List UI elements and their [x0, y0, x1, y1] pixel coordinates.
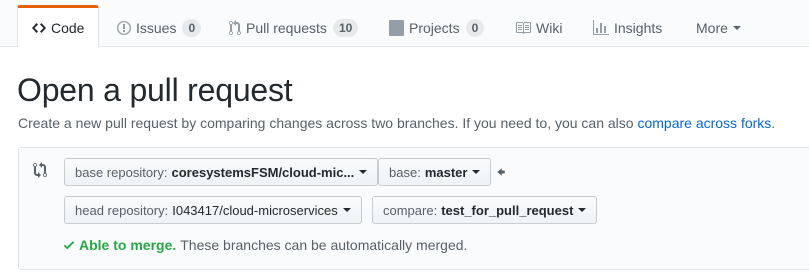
- git-compare-icon: [33, 162, 47, 183]
- chevron-down-icon: [578, 208, 587, 212]
- tab-label: Insights: [614, 20, 663, 36]
- tab-label: More: [696, 20, 728, 36]
- base-repository-label: base repository:: [75, 164, 168, 180]
- tab-label: Issues: [136, 20, 177, 36]
- code-icon: [32, 20, 46, 36]
- tab-label: Projects: [409, 20, 460, 36]
- check-icon: [63, 238, 75, 252]
- merge-status: Able to merge. These branches can be aut…: [63, 237, 467, 253]
- chevron-down-icon: [342, 208, 351, 212]
- tab-projects[interactable]: Projects 0: [389, 8, 485, 48]
- base-repository-value: coresystemsFSM/cloud-mic...: [171, 164, 355, 180]
- graph-icon: [593, 20, 609, 36]
- head-repository-value: I043417/cloud-microservices: [172, 202, 338, 218]
- compare-range-editor: base repository: coresystemsFSM/cloud-mi…: [18, 147, 809, 270]
- tab-pull-requests[interactable]: Pull requests 10: [229, 8, 359, 48]
- base-repository-select[interactable]: base repository: coresystemsFSM/cloud-mi…: [64, 158, 379, 186]
- repo-nav-tabs: Code Issues 0 Pull requests 10 Projects …: [0, 0, 809, 48]
- tab-insights[interactable]: Insights: [593, 8, 662, 48]
- arrow-left-icon: [495, 165, 507, 183]
- merge-status-label: Able to merge.: [79, 237, 177, 253]
- base-branch-value: master: [424, 164, 468, 180]
- tab-label: Code: [51, 19, 85, 36]
- head-repository-label: head repository:: [75, 202, 169, 218]
- subtitle-end: .: [771, 115, 776, 131]
- compare-across-forks-link[interactable]: compare across forks: [637, 115, 771, 131]
- base-branch-select[interactable]: base: master: [378, 158, 492, 186]
- project-icon: [389, 20, 404, 36]
- compare-branch-label: compare:: [383, 202, 438, 218]
- merge-status-message: These branches can be automatically merg…: [180, 237, 468, 253]
- head-repository-select[interactable]: head repository: I043417/cloud-microserv…: [64, 196, 362, 224]
- compare-branch-select[interactable]: compare: test_for_pull_request: [372, 196, 598, 224]
- pull-request-icon: [229, 20, 241, 36]
- projects-count-badge: 0: [465, 19, 485, 37]
- chevron-down-icon: [732, 26, 741, 30]
- base-branch-label: base:: [389, 164, 421, 180]
- tab-issues[interactable]: Issues 0: [117, 8, 202, 48]
- subtitle-text: Create a new pull request by comparing c…: [18, 115, 634, 131]
- tab-more-dropdown[interactable]: More: [696, 8, 741, 48]
- book-icon: [515, 20, 531, 36]
- page-title: Open a pull request: [17, 72, 293, 108]
- tab-label: Wiki: [536, 20, 563, 36]
- chevron-down-icon: [359, 170, 368, 174]
- tab-wiki[interactable]: Wiki: [515, 8, 562, 48]
- pull-requests-count-badge: 10: [332, 19, 359, 37]
- issues-count-badge: 0: [182, 19, 202, 37]
- tab-code[interactable]: Code: [17, 5, 100, 48]
- chevron-down-icon: [472, 170, 481, 174]
- issue-icon: [117, 20, 131, 36]
- tab-label: Pull requests: [246, 20, 327, 36]
- page-subtitle: Create a new pull request by comparing c…: [18, 115, 775, 131]
- compare-branch-value: test_for_pull_request: [441, 202, 574, 218]
